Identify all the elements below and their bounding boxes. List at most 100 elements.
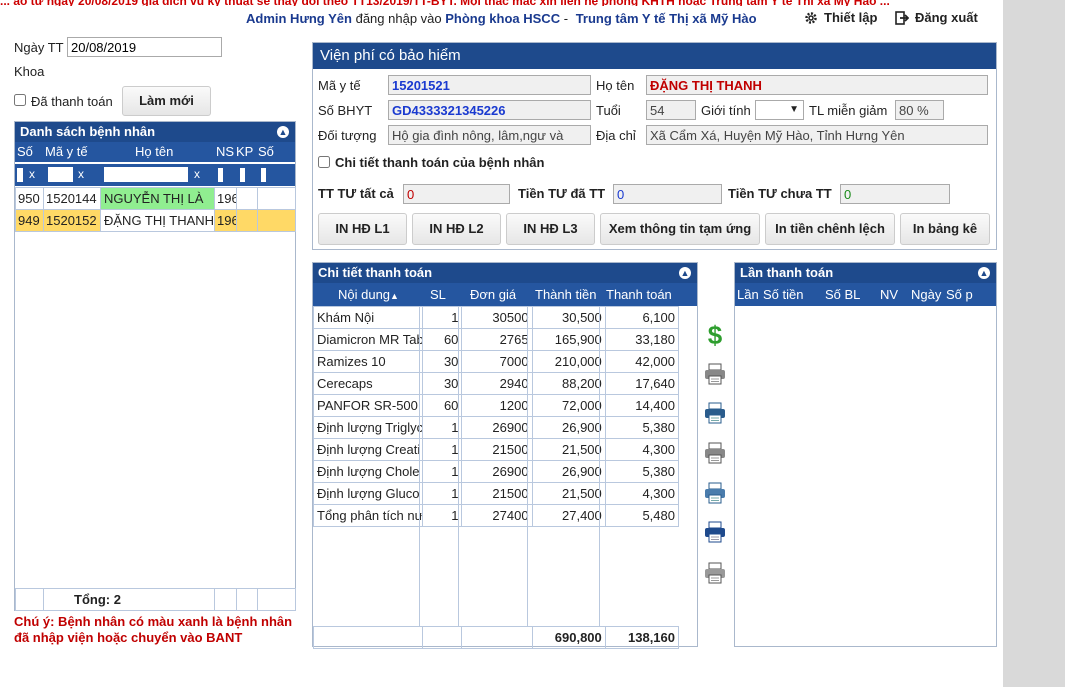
filter-row: x x x <box>15 164 295 186</box>
payment-dollar-icon[interactable]: $ <box>703 320 727 350</box>
cell-thanh-tien: 26,900 <box>531 416 606 439</box>
cell-ma: 1520144 <box>43 187 101 210</box>
print-difference-button[interactable]: In tiền chênh lệch <box>765 213 895 245</box>
settings-link[interactable]: Thiết lập <box>804 10 877 25</box>
ho-ten-field[interactable] <box>646 75 988 95</box>
col-noi-dung-label: Nội dung <box>338 287 391 302</box>
printer-icon[interactable] <box>703 441 727 465</box>
view-advance-button[interactable]: Xem thông tin tạm ứng <box>600 213 760 245</box>
chevron-down-icon: ▼ <box>789 104 799 115</box>
gioi-tinh-select[interactable]: ▼ <box>755 100 804 120</box>
printer-blue-icon[interactable] <box>703 401 727 425</box>
col-so-p[interactable]: Số p <box>946 283 973 306</box>
clear-ma[interactable]: x <box>78 167 84 181</box>
history-title: Lần thanh toán ▲ <box>735 263 996 283</box>
filter-kp[interactable] <box>240 168 245 182</box>
chua-tt-field[interactable] <box>840 184 950 204</box>
clear-so[interactable]: x <box>29 167 35 181</box>
cell-ma: 1520152 <box>43 209 101 232</box>
cell-thanh-toan: 14,400 <box>604 394 680 417</box>
table-row[interactable]: Ramizes 10 30 7000 210,000 42,000 <box>313 350 680 373</box>
cell-noi-dung: PANFOR SR-500 <box>313 394 423 417</box>
payment-history-panel: Lần thanh toán ▲ Lần Số tiền Số BL NV Ng… <box>734 262 997 647</box>
print-l2-button[interactable]: IN HĐ L2 <box>412 213 501 245</box>
form-title: Viện phí có bảo hiểm <box>313 43 996 69</box>
login-text: đăng nhập vào <box>355 11 442 26</box>
bhyt-field[interactable] <box>388 100 591 120</box>
department-name: Phòng khoa HSCC <box>445 11 561 26</box>
cell-don-gia: 21500 <box>461 482 533 505</box>
print-l1-button[interactable]: IN HĐ L1 <box>318 213 407 245</box>
cell-so2 <box>257 209 296 232</box>
collapse-icon[interactable]: ▲ <box>277 126 289 138</box>
printer-dark-icon[interactable] <box>703 520 727 544</box>
cell-don-gia: 7000 <box>461 350 533 373</box>
tl-field[interactable] <box>895 100 944 120</box>
date-input[interactable] <box>67 37 222 57</box>
filter-so[interactable] <box>17 168 23 182</box>
col-ngay[interactable]: Ngày <box>911 283 941 306</box>
patient-list-header: Số Mã y tế Họ tên NS KP Số <box>15 142 295 162</box>
table-row[interactable]: Định lượng Triglyc 1 26900 26,900 5,380 <box>313 416 680 439</box>
total-label: Tổng: 2 <box>43 588 215 611</box>
filter-so2[interactable] <box>261 168 266 182</box>
refresh-button[interactable]: Làm mới <box>122 86 211 116</box>
table-row[interactable]: 950 1520144 NGUYỄN THỊ LÀ 196 <box>15 187 296 210</box>
col-ma[interactable]: Mã y tế <box>45 142 88 162</box>
collapse-icon[interactable]: ▲ <box>978 267 990 279</box>
collapse-icon[interactable]: ▲ <box>679 267 691 279</box>
filter-ten[interactable] <box>104 167 188 182</box>
col-sl[interactable]: SL <box>430 283 446 306</box>
col-thanh-toan[interactable]: Thanh toán <box>606 283 672 306</box>
table-row[interactable]: Tổng phân tích nư 1 27400 27,400 5,480 <box>313 504 680 527</box>
cell-thanh-toan: 4,300 <box>604 482 680 505</box>
doi-tuong-field[interactable] <box>388 125 591 145</box>
print-l3-button[interactable]: IN HĐ L3 <box>506 213 595 245</box>
cell-sl: 60 <box>421 328 463 351</box>
col-lan[interactable]: Lần <box>737 283 759 306</box>
table-row[interactable]: Cerecaps 30 2940 88,200 17,640 <box>313 372 680 395</box>
tuoi-field[interactable] <box>646 100 696 120</box>
cell-sl: 60 <box>421 394 463 417</box>
paid-label: Đã thanh toán <box>31 94 113 109</box>
table-row[interactable]: Khám Nội 1 30500 30,500 6,100 <box>313 306 680 329</box>
col-so-bl[interactable]: Số BL <box>825 283 860 306</box>
logout-link[interactable]: Đăng xuất <box>895 10 978 25</box>
history-header: Lần Số tiền Số BL NV Ngày Số p <box>735 283 996 306</box>
doi-tuong-label: Đối tượng <box>318 128 377 143</box>
col-kp[interactable]: KP <box>236 142 253 162</box>
col-ns[interactable]: NS <box>216 142 234 162</box>
col-noi-dung[interactable]: Nội dung▲ <box>338 283 399 306</box>
col-so2[interactable]: Số <box>258 142 274 162</box>
printer-blue-icon[interactable] <box>703 481 727 505</box>
table-row[interactable]: Định lượng Gluco 1 21500 21,500 4,300 <box>313 482 680 505</box>
table-row[interactable]: 949 1520152 ĐẶNG THỊ THANH 196 <box>15 209 296 232</box>
date-label: Ngày TT <box>14 40 64 55</box>
filter-ma[interactable] <box>48 167 73 182</box>
col-so[interactable]: Số <box>17 142 33 162</box>
total-empty <box>214 588 237 611</box>
table-row[interactable]: PANFOR SR-500 60 1200 72,000 14,400 <box>313 394 680 417</box>
table-row[interactable]: Định lượng Creati 1 21500 21,500 4,300 <box>313 438 680 461</box>
col-nv[interactable]: NV <box>880 283 898 306</box>
printer-icon[interactable] <box>703 561 727 585</box>
col-so-tien[interactable]: Số tiền <box>763 283 803 306</box>
da-tt-field[interactable] <box>613 184 722 204</box>
dia-chi-field[interactable] <box>646 125 988 145</box>
col-thanh-tien[interactable]: Thành tiền <box>535 283 596 306</box>
cell-thanh-tien: 72,000 <box>531 394 606 417</box>
ma-yte-field[interactable] <box>388 75 591 95</box>
tt-tat-ca-field[interactable] <box>403 184 510 204</box>
col-don-gia[interactable]: Đơn giá <box>470 283 516 306</box>
chi-tiet-checkbox[interactable] <box>318 156 330 168</box>
col-ten[interactable]: Họ tên <box>135 142 173 162</box>
print-list-button[interactable]: In bảng kê <box>900 213 990 245</box>
filter-ns[interactable] <box>218 168 223 182</box>
table-row[interactable]: Định lượng Chole 1 26900 26,900 5,380 <box>313 460 680 483</box>
cell-thanh-toan: 4,300 <box>604 438 680 461</box>
paid-checkbox[interactable] <box>14 94 26 106</box>
printer-icon[interactable] <box>703 362 727 386</box>
clear-ten[interactable]: x <box>194 167 200 181</box>
cell-sl: 1 <box>421 504 463 527</box>
table-row[interactable]: Diamicron MR Tab 60 2765 165,900 33,180 <box>313 328 680 351</box>
